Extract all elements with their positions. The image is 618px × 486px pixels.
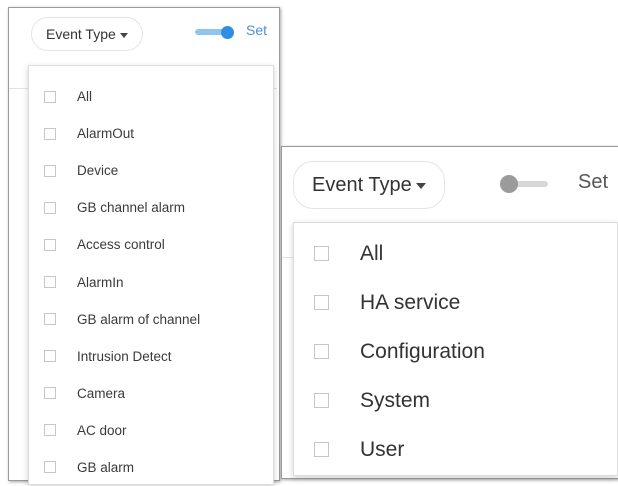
menu-option-gb-channel-alarm[interactable]: GB channel alarm [29,189,273,226]
checkbox[interactable] [44,164,56,177]
menu-option-device[interactable]: Device [29,152,273,189]
menu-option-alarmout[interactable]: AlarmOut [29,115,273,152]
caret-down-icon [119,32,128,38]
checkbox[interactable] [314,344,329,359]
toggle-switch[interactable] [195,26,235,40]
menu-option-all[interactable]: All [294,229,617,278]
toggle-switch[interactable] [500,175,548,193]
event-type-menu: All HA service Configuration System User [293,222,618,476]
menu-option-gb-alarm[interactable]: GB alarm [29,449,273,486]
checkbox[interactable] [44,461,56,474]
checkbox[interactable] [44,238,56,251]
event-type-label: Event Type [46,26,116,42]
event-filter-panel-left: Event Type Set All AlarmOut Device GB ch… [8,7,280,485]
checkbox[interactable] [44,313,56,326]
checkbox[interactable] [44,387,56,400]
set-label[interactable]: Set [246,22,277,38]
menu-option-all[interactable]: All [29,78,273,115]
menu-option-system[interactable]: System [294,376,617,425]
checkbox[interactable] [314,295,329,310]
checkbox[interactable] [314,442,329,457]
checkbox[interactable] [44,90,56,103]
menu-option-configuration[interactable]: Configuration [294,327,617,376]
event-type-label: Event Type [312,173,412,196]
checkbox[interactable] [44,350,56,363]
set-label[interactable]: Set [578,171,616,194]
checkbox[interactable] [44,127,56,140]
toggle-knob [221,26,234,39]
checkbox[interactable] [44,276,56,289]
menu-option-alarmin[interactable]: AlarmIn [29,263,273,300]
checkbox[interactable] [314,246,329,261]
event-type-menu: All AlarmOut Device GB channel alarm Acc… [28,65,274,485]
checkbox[interactable] [314,393,329,408]
menu-option-ha-service[interactable]: HA service [294,278,617,327]
menu-option-user[interactable]: User [294,425,617,474]
checkbox[interactable] [44,201,56,214]
event-filter-panel-right: Event Type Set All HA service Configurat… [281,146,618,479]
menu-option-access-control[interactable]: Access control [29,226,273,263]
event-type-dropdown-button[interactable]: Event Type [293,161,445,209]
toggle-knob [500,175,518,193]
caret-down-icon [415,183,426,189]
menu-option-gb-alarm-of-channel[interactable]: GB alarm of channel [29,301,273,338]
menu-option-ac-door[interactable]: AC door [29,412,273,449]
checkbox[interactable] [44,424,56,437]
menu-option-intrusion-detect[interactable]: Intrusion Detect [29,338,273,375]
menu-option-camera[interactable]: Camera [29,375,273,412]
event-type-dropdown-button[interactable]: Event Type [31,17,143,51]
